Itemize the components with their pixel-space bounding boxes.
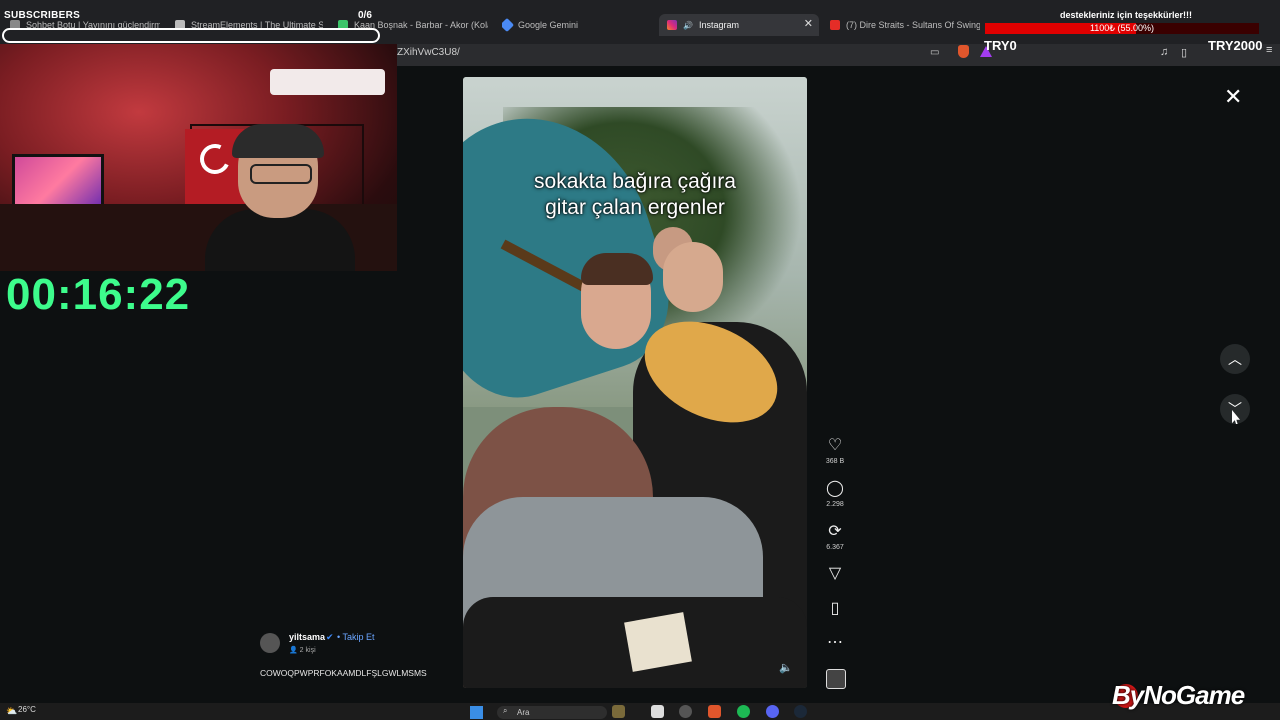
verified-icon: ✔: [326, 632, 334, 642]
more-icon: ⋯: [827, 634, 843, 651]
settings-icon[interactable]: [679, 705, 692, 718]
tab-label: Instagram: [698, 20, 739, 30]
bynogame-watermark: ByNoGame: [1112, 680, 1245, 710]
comment-count: 2.298: [826, 501, 844, 508]
tab-dire-straits[interactable]: (7) Dire Straits - Sultans Of Swing (Of: [830, 14, 980, 36]
save-button[interactable]: ▯: [820, 600, 850, 618]
subscribers-progress-bar: [2, 28, 380, 43]
bookmark-icon: ▯: [830, 600, 840, 617]
author-name[interactable]: yiltsama: [289, 632, 325, 642]
collaborators-count: 2 kişi: [299, 647, 316, 654]
music-icon[interactable]: ♫: [1160, 46, 1168, 58]
windows-start-icon[interactable]: [470, 706, 483, 719]
video-person-right-head: [663, 242, 723, 312]
heart-icon: ♡: [827, 437, 843, 454]
brave-browser-icon[interactable]: [708, 705, 721, 718]
author-avatar[interactable]: [260, 633, 280, 653]
mute-icon[interactable]: 🔈: [779, 661, 793, 674]
tab-google-gemini[interactable]: Google Gemini: [502, 14, 642, 36]
search-icon: ⌕: [503, 706, 508, 715]
streamer-body: [205, 209, 355, 271]
streamer-glasses: [250, 164, 312, 184]
tab-instagram[interactable]: 🔊 Instagram ✕: [659, 14, 819, 36]
video-person-left-hair: [581, 253, 653, 285]
instagram-icon: [667, 20, 677, 30]
caption-line-1: sokakta bağıra çağıra: [534, 170, 736, 193]
taskbar-search[interactable]: Ara: [497, 706, 607, 719]
webcam-feed: [0, 44, 397, 271]
taskbar-search-label: Ara: [517, 708, 530, 717]
stream-timer: 00:16:22: [6, 270, 191, 319]
sidebar-icon[interactable]: ▯: [1181, 46, 1187, 59]
url-text: ZXihVwC3U8/: [397, 47, 460, 58]
follow-button[interactable]: • Takip Et: [337, 632, 375, 642]
like-button[interactable]: ♡ 368 B: [820, 437, 850, 465]
repost-count: 6.367: [826, 544, 844, 551]
goal-current-amount: TRY0: [984, 38, 1017, 53]
donation-goal-title: destekleriniz için teşekkürler!!!: [1060, 10, 1193, 20]
spotify-icon[interactable]: [737, 705, 750, 718]
weather-temperature[interactable]: 26°C: [18, 705, 36, 714]
brave-shield-icon[interactable]: [958, 45, 969, 58]
more-options-button[interactable]: ⋯: [820, 634, 850, 652]
taskbar-app-icon[interactable]: [612, 705, 625, 718]
file-explorer-icon[interactable]: [651, 705, 664, 718]
tab-label: (7) Dire Straits - Sultans Of Swing (Of: [846, 20, 980, 30]
donation-goal-text: 1100₺ (55.00%): [1089, 23, 1155, 33]
tab-label: Google Gemini: [518, 20, 579, 30]
streamer-cap: [232, 124, 324, 158]
send-icon: ▽: [828, 565, 842, 582]
caption-line-2: gitar çalan ergenler: [545, 196, 725, 219]
close-icon[interactable]: ✕: [1224, 84, 1242, 110]
menu-icon[interactable]: ≡: [1266, 44, 1272, 56]
windows-taskbar: [0, 703, 1280, 720]
repost-button[interactable]: ⟳ 6.367: [820, 523, 850, 551]
cast-icon[interactable]: ▭: [930, 47, 939, 58]
audio-thumbnail[interactable]: [826, 669, 846, 689]
close-tab-icon[interactable]: ✕: [804, 17, 813, 30]
speaker-icon: 🔊: [683, 20, 693, 30]
air-conditioner: [270, 69, 385, 95]
goal-target-amount: TRY2000: [1208, 38, 1263, 53]
comment-button[interactable]: ◯ 2.298: [820, 480, 850, 508]
subscribers-count: 0/6: [358, 10, 372, 21]
chevron-up-icon: ︿: [1228, 351, 1242, 367]
reel-video[interactable]: sokakta bağıra çağıra gitar çalan ergenl…: [463, 77, 807, 688]
subscribers-label: SUBSCRIBERS: [4, 10, 81, 21]
video-box: [624, 612, 692, 672]
weather-icon: ⛅: [6, 706, 18, 716]
previous-reel-button[interactable]: ︿: [1220, 344, 1250, 374]
youtube-icon: [830, 20, 840, 30]
steam-icon[interactable]: [794, 705, 807, 718]
reel-caption: sokakta bağıra çağıra gitar çalan ergenl…: [463, 169, 807, 221]
like-count: 368 B: [825, 458, 845, 465]
gemini-icon: [502, 17, 515, 33]
collaborators[interactable]: 👤 2 kişi: [289, 646, 316, 654]
share-button[interactable]: ▽: [820, 565, 850, 583]
repost-icon: ⟳: [828, 523, 842, 540]
follow-label: Takip Et: [342, 632, 375, 642]
reel-description: COWOQPWPRFOKAAMDLFŞLGWLMSMS: [260, 668, 427, 678]
discord-icon[interactable]: [766, 705, 779, 718]
comment-icon: ◯: [826, 480, 844, 497]
